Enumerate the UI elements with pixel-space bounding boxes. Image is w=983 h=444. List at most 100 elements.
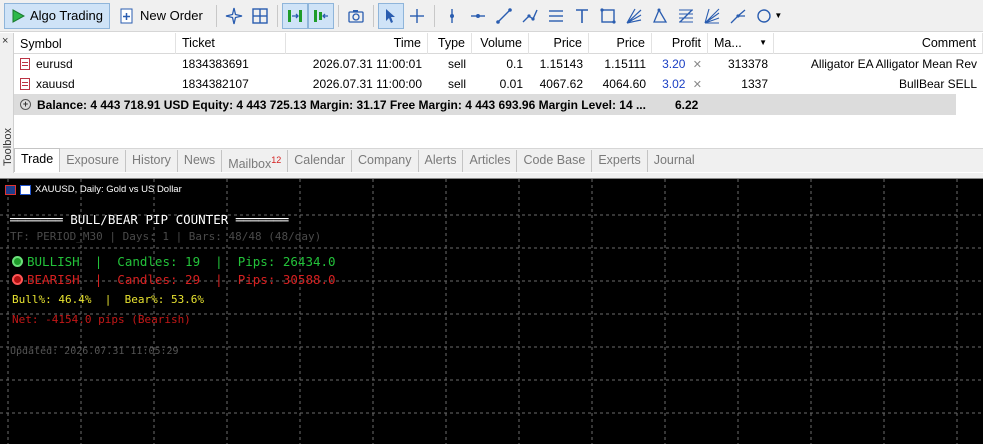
indicator-updated-line: Updated: 2026.07.31 11:05:29 (10, 346, 179, 357)
gann-icon (704, 8, 720, 24)
screenshot-button[interactable] (343, 3, 369, 29)
col-time[interactable]: Time (286, 33, 428, 54)
col-ticket[interactable]: Ticket (176, 33, 286, 54)
cell-symbol: xauusd (14, 74, 176, 94)
bearish-text: BEARISH | Candles: 29 | Pips: 30588.0 (27, 272, 336, 287)
shapes-button[interactable]: ▼ (751, 3, 787, 29)
split-chart-icon (287, 9, 302, 22)
crosshair-button[interactable] (404, 3, 430, 29)
chart-window[interactable]: XAUUSD, Daily: Gold vs US Dollar ═══════… (0, 179, 983, 444)
tab-trade[interactable]: Trade (14, 148, 61, 172)
close-position-icon[interactable]: ✕ (693, 79, 702, 91)
chart-shift-icon (313, 9, 328, 22)
col-profit[interactable]: Profit (652, 33, 708, 54)
new-order-button[interactable]: New Order (112, 3, 210, 29)
new-order-icon (120, 8, 133, 23)
grid-button[interactable] (247, 3, 273, 29)
tab-exposure[interactable]: Exposure (60, 150, 127, 172)
col-symbol[interactable]: Symbol (14, 33, 176, 54)
toolbar-separator (337, 4, 339, 27)
indicator-percent-line: Bull%: 46.4% | Bear%: 53.6% (12, 293, 205, 306)
col-comment[interactable]: Comment (774, 33, 983, 54)
tab-code-base[interactable]: Code Base (517, 150, 593, 172)
toolbox-strip: × Toolbox (0, 33, 14, 173)
cell-price-open: 1.15143 (539, 57, 583, 71)
cell-profit: 3.20 ✕ (652, 54, 708, 74)
horizontal-line-icon (470, 13, 485, 18)
col-price-current[interactable]: Price (589, 33, 652, 54)
cursor-button[interactable] (377, 2, 404, 29)
fan-button[interactable] (621, 3, 647, 29)
cell-comment: BullBear SELL (898, 77, 977, 91)
text-button[interactable] (569, 3, 595, 29)
cell-magic: 1337 (741, 77, 768, 91)
gann-button[interactable] (699, 3, 725, 29)
col-type[interactable]: Type (428, 33, 472, 54)
bullish-text: BULLISH | Candles: 19 | Pips: 26434.0 (27, 254, 336, 269)
indicator-title: ═══════ BULL/BEAR PIP COUNTER ═══════ (10, 212, 289, 227)
table-header: Symbol Ticket Time Type Volume Price Pri… (14, 33, 983, 54)
mailbox-badge: 12 (271, 155, 282, 165)
tab-alerts[interactable]: Alerts (419, 150, 464, 172)
trade-table: Symbol Ticket Time Type Volume Price Pri… (14, 33, 983, 149)
expand-icon[interactable]: + (20, 99, 31, 110)
tab-mailbox-label: Mailbox (228, 157, 272, 172)
channel-button[interactable] (543, 3, 569, 29)
tab-mailbox[interactable]: Mailbox12 (222, 150, 289, 172)
pitchfork-button[interactable] (725, 3, 751, 29)
fibonacci-button[interactable] (673, 3, 699, 29)
col-volume[interactable]: Volume (472, 33, 529, 54)
fan-icon (626, 8, 642, 24)
fibonacci-icon (678, 9, 693, 22)
cell-ticket: 1834382107 (182, 77, 249, 91)
cell-price-open: 4067.62 (539, 77, 583, 91)
toolbox-label: Toolbox (2, 128, 14, 166)
close-position-icon[interactable]: ✕ (693, 59, 702, 71)
triangle-icon (652, 8, 667, 23)
col-price-open[interactable]: Price (529, 33, 589, 54)
tab-journal[interactable]: Journal (648, 150, 701, 172)
toolbar-separator (215, 4, 217, 27)
tab-calendar[interactable]: Calendar (288, 150, 353, 172)
triangle-button[interactable] (647, 3, 673, 29)
balance-summary-row[interactable]: + Balance: 4 443 718.91 USD Equity: 4 44… (14, 94, 956, 115)
angle-line-button[interactable] (517, 3, 543, 29)
table-row[interactable]: eurusd 1834383691 2026.07.31 11:00:01 se… (14, 54, 983, 74)
angle-line-icon (522, 9, 538, 22)
vertical-line-button[interactable] (439, 3, 465, 29)
balance-text: Balance: 4 443 718.91 USD Equity: 4 443 … (37, 97, 646, 112)
crosshair-star-icon (225, 7, 243, 24)
tab-news[interactable]: News (178, 150, 223, 172)
chart-shift-button[interactable] (307, 2, 334, 29)
tab-company[interactable]: Company (352, 150, 419, 172)
rectangle-button[interactable] (595, 3, 621, 29)
tab-articles[interactable]: Articles (463, 150, 518, 172)
grid-icon (252, 7, 268, 24)
cursor-icon (385, 8, 395, 23)
trendline-button[interactable] (491, 3, 517, 29)
chart-title-bar: XAUUSD, Daily: Gold vs US Dollar (5, 184, 182, 195)
toolbar-separator (433, 4, 435, 27)
position-icon (20, 78, 30, 90)
autoscroll-button[interactable] (281, 2, 308, 29)
cell-ticket: 1834383691 (182, 57, 249, 71)
camera-icon (348, 9, 364, 23)
col-magic[interactable]: Ma... ▼ (708, 33, 774, 54)
bullish-dot-icon (12, 256, 23, 267)
cell-type: sell (447, 57, 466, 71)
crosshair-star-button[interactable] (221, 3, 247, 29)
one-click-trading-icon[interactable] (20, 184, 31, 195)
horizontal-line-button[interactable] (465, 3, 491, 29)
cell-volume: 0.1 (506, 57, 523, 71)
profit-value: 3.20 (662, 57, 686, 71)
indicator-bullish-line: BULLISH | Candles: 19 | Pips: 26434.0 (12, 254, 336, 269)
play-icon (12, 8, 25, 23)
chart-menu-icon[interactable] (5, 184, 16, 195)
close-icon[interactable]: × (2, 35, 8, 47)
channel-icon (548, 9, 563, 22)
tab-history[interactable]: History (126, 150, 178, 172)
tab-experts[interactable]: Experts (592, 150, 648, 172)
bearish-dot-icon (12, 274, 23, 285)
table-row[interactable]: xauusd 1834382107 2026.07.31 11:00:00 se… (14, 74, 983, 94)
algo-trading-button[interactable]: Algo Trading (4, 2, 110, 29)
